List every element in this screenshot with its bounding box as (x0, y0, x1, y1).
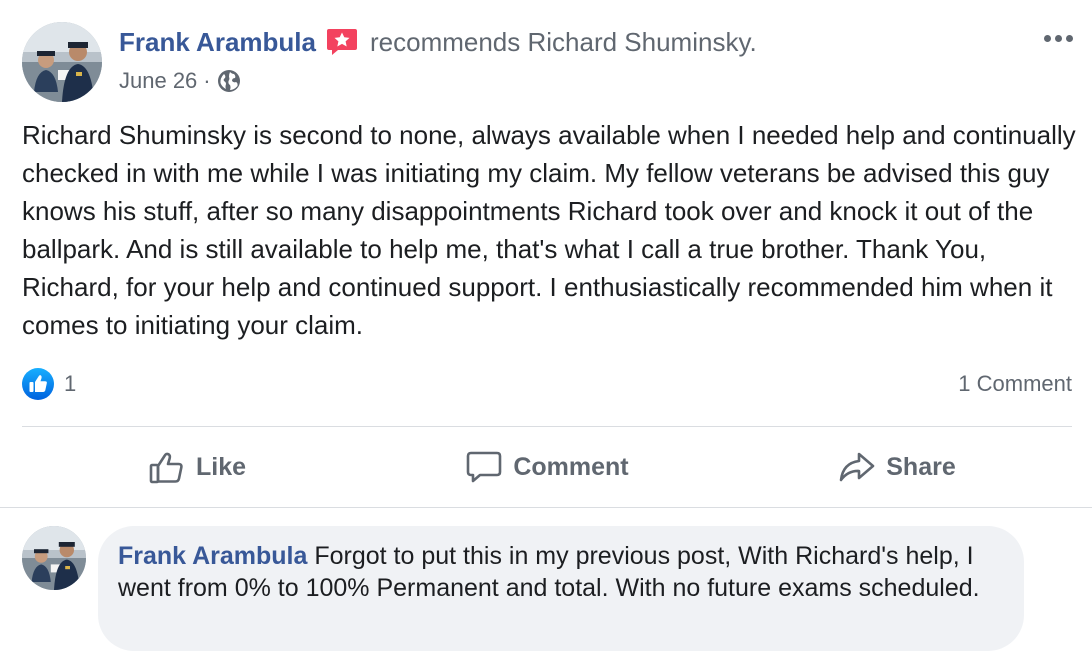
share-arrow-icon (838, 448, 876, 486)
author-avatar[interactable] (22, 22, 102, 102)
more-dot (1065, 34, 1073, 42)
globe-icon[interactable] (217, 69, 241, 93)
author-name-link[interactable]: Frank Arambula (119, 27, 316, 58)
post-meta: June 26 · (119, 66, 241, 96)
action-bar: Like Comment Share (22, 440, 1072, 494)
speech-bubble-icon (465, 448, 503, 486)
meta-separator: · (203, 68, 211, 93)
facebook-post: Frank Arambula recommends Richard Shumin… (0, 0, 1092, 661)
comment-button-label: Comment (513, 452, 629, 481)
avatar-photo (22, 22, 102, 102)
more-dot (1043, 34, 1051, 42)
share-button[interactable]: Share (722, 440, 1072, 494)
avatar-photo (22, 526, 86, 590)
share-button-label: Share (886, 452, 956, 481)
post-body-text: Richard Shuminsky is second to none, alw… (22, 120, 1076, 340)
post-date-link[interactable]: June 26 (119, 68, 197, 94)
more-options-icon[interactable] (1038, 28, 1078, 48)
reaction-summary[interactable]: 1 (22, 368, 76, 400)
reaction-count: 1 (64, 371, 77, 396)
reactions-row: 1 1 Comment (22, 366, 1072, 402)
like-button-label: Like (195, 452, 247, 481)
comment-author-link[interactable]: Frank Arambula (118, 542, 307, 570)
more-dot (1054, 34, 1062, 42)
comment-author-avatar[interactable] (22, 526, 86, 590)
recommendation-text: recommends Richard Shuminsky. (369, 26, 757, 57)
divider (0, 507, 1092, 508)
comment-count-link[interactable]: 1 Comment (958, 371, 1072, 397)
star-recommendation-icon (326, 27, 358, 57)
divider (22, 426, 1072, 427)
comment-button[interactable]: Comment (372, 440, 722, 494)
like-button[interactable]: Like (22, 440, 372, 494)
thumbs-up-icon (148, 448, 186, 486)
post-header: Frank Arambula recommends Richard Shumin… (119, 26, 757, 58)
like-reaction-icon (22, 368, 54, 400)
comment-bubble: Frank Arambula Forgot to put this in my … (98, 526, 1024, 651)
